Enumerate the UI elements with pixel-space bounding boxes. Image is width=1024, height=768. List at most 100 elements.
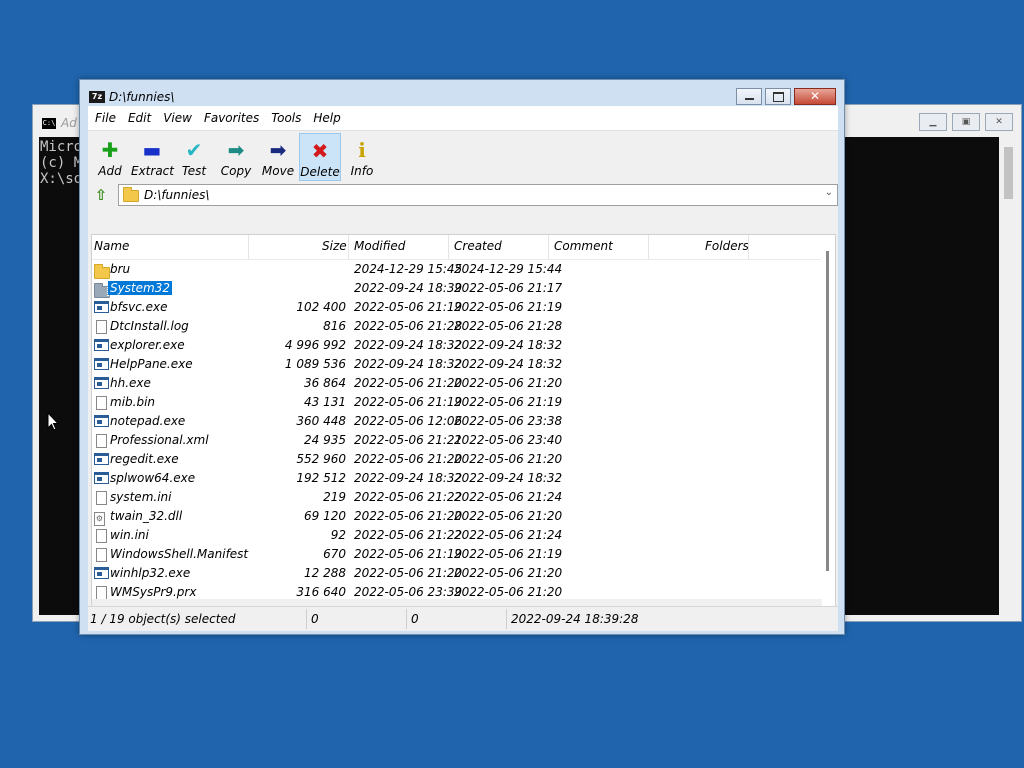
file-row[interactable]: explorer.exe 4 996 992 2022-09-24 18:32 202… — [92, 336, 822, 355]
column-divider[interactable] — [448, 235, 449, 259]
copy-button[interactable]: ➡ Copy — [215, 133, 257, 181]
status-size: 0 — [311, 612, 319, 626]
maximize-button[interactable] — [765, 88, 791, 105]
status-divider — [506, 609, 507, 629]
file-modified: 2022-05-06 21:19 — [354, 300, 463, 314]
file-row[interactable]: splwow64.exe 192 512 2022-09-24 18:32 2022-… — [92, 469, 822, 488]
menu-file[interactable]: File — [89, 111, 122, 125]
file-row[interactable]: ⚙ twain_32.dll 69 120 2022-05-06 21:20 2022-… — [92, 507, 822, 526]
file-manager-window[interactable]: 7z D:\funnies\ ✕ File Edit View Favorite… — [79, 79, 845, 635]
file-row[interactable]: win.ini 92 2022-05-06 21:22 2022-05-06 21:2… — [92, 526, 822, 545]
file-icon — [96, 434, 107, 451]
column-header-created[interactable]: Created — [454, 239, 502, 253]
console-title: Ad — [61, 116, 77, 130]
list-header: Name Size Modified Created Comment Folde… — [92, 235, 835, 260]
address-row: ⇧ D:\funnies\ ⌄ — [88, 183, 838, 209]
file-row[interactable]: Professional.xml 24 935 2022-05-06 21:21 20… — [92, 431, 822, 450]
delete-button[interactable]: ✖ Delete — [299, 133, 341, 181]
column-divider[interactable] — [648, 235, 649, 259]
column-divider[interactable] — [348, 235, 349, 259]
address-bar[interactable]: D:\funnies\ ⌄ — [118, 184, 838, 206]
file-row[interactable]: notepad.exe 360 448 2022-05-06 12:06 2022-0… — [92, 412, 822, 431]
executable-icon — [94, 339, 109, 354]
close-button[interactable]: ✕ — [794, 88, 836, 105]
info-button[interactable]: i Info — [341, 133, 383, 181]
file-icon — [96, 396, 107, 413]
file-created: 2022-05-06 23:38 — [454, 414, 563, 428]
file-row[interactable]: HelpPane.exe 1 089 536 2022-09-24 18:32 202… — [92, 355, 822, 374]
menu-view[interactable]: View — [157, 111, 198, 125]
file-row[interactable]: winhlp32.exe 12 288 2022-05-06 21:20 2022-0… — [92, 564, 822, 583]
console-close-button[interactable]: ✕ — [985, 113, 1013, 131]
test-button[interactable]: ✔ Test — [173, 133, 215, 181]
file-created: 2022-09-24 18:32 — [454, 357, 563, 371]
menu-bar: File Edit View Favorites Tools Help — [88, 106, 838, 131]
file-name: splwow64.exe — [110, 471, 196, 485]
console-minimize-button[interactable]: ▁ — [919, 113, 947, 131]
extract-button[interactable]: ▬ Extract — [131, 133, 174, 181]
file-created: 2022-05-06 21:24 — [454, 490, 563, 504]
file-name: notepad.exe — [110, 414, 186, 428]
column-header-name[interactable]: Name — [94, 239, 129, 253]
file-modified: 2022-09-24 18:32 — [354, 357, 463, 371]
column-divider[interactable] — [748, 235, 749, 259]
info-icon: i — [358, 138, 366, 162]
file-name: WindowsShell.Manifest — [110, 547, 249, 561]
folder-icon — [123, 187, 139, 202]
column-divider[interactable] — [548, 235, 549, 259]
file-created: 2022-05-06 21:20 — [454, 376, 563, 390]
file-row[interactable]: mib.bin 43 131 2022-05-06 21:19 2022-05-06 … — [92, 393, 822, 412]
file-row[interactable]: regedit.exe 552 960 2022-05-06 21:20 2022-0… — [92, 450, 822, 469]
add-button[interactable]: ✚ Add — [89, 133, 131, 181]
file-row[interactable]: DtcInstall.log 816 2022-05-06 21:28 2022-05… — [92, 317, 822, 336]
file-row[interactable]: system.ini 219 2022-05-06 21:22 2022-05-06 … — [92, 488, 822, 507]
move-icon: ➡ — [269, 138, 287, 162]
executable-icon — [94, 567, 109, 582]
file-row[interactable]: hh.exe 36 864 2022-05-06 21:20 2022-05-06 2… — [92, 374, 822, 393]
minimize-icon — [745, 98, 754, 100]
executable-icon — [94, 301, 109, 316]
file-name: twain_32.dll — [110, 509, 183, 523]
vertical-scroll-thumb[interactable] — [826, 251, 829, 571]
console-app-icon: C:\ — [42, 118, 56, 129]
file-name: mib.bin — [110, 395, 156, 409]
file-created: 2022-09-24 18:32 — [454, 338, 563, 352]
file-icon — [96, 491, 107, 508]
file-row[interactable]: WindowsShell.Manifest 670 2022-05-06 21:19… — [92, 545, 822, 564]
file-size: 316 640 — [296, 585, 346, 599]
file-size: 816 — [323, 319, 346, 333]
move-button[interactable]: ➡ Move — [257, 133, 299, 181]
file-row[interactable]: bru 2024-12-29 15:45 2024-12-29 15:44 — [92, 260, 822, 279]
console-scrollbar[interactable] — [1000, 137, 1018, 615]
file-icon — [96, 548, 107, 565]
file-name: Professional.xml — [110, 433, 209, 447]
console-scroll-thumb[interactable] — [1004, 147, 1013, 199]
menu-tools[interactable]: Tools — [265, 111, 307, 125]
file-modified: 2022-05-06 21:20 — [354, 452, 463, 466]
file-manager-titlebar[interactable]: 7z D:\funnies\ ✕ — [80, 80, 844, 106]
folder-up-button[interactable]: ⇧ — [91, 184, 111, 206]
column-header-folders[interactable]: Folders — [705, 239, 749, 253]
copy-icon: ➡ — [227, 138, 245, 162]
menu-edit[interactable]: Edit — [122, 111, 157, 125]
file-modified: 2022-05-06 12:06 — [354, 414, 463, 428]
column-divider[interactable] — [248, 235, 249, 259]
vertical-scrollbar[interactable] — [821, 251, 835, 581]
console-maximize-button[interactable]: ▣ — [952, 113, 980, 131]
folder-up-icon: ⇧ — [94, 186, 108, 204]
file-row[interactable]: bfsvc.exe 102 400 2022-05-06 21:19 2022-05-… — [92, 298, 822, 317]
address-path[interactable]: D:\funnies\ — [144, 188, 209, 202]
file-size: 670 — [323, 547, 346, 561]
file-list[interactable]: Name Size Modified Created Comment Folde… — [91, 234, 836, 620]
minimize-button[interactable] — [736, 88, 762, 105]
menu-favorites[interactable]: Favorites — [198, 111, 265, 125]
file-size: 360 448 — [296, 414, 346, 428]
column-header-size[interactable]: Size — [322, 239, 347, 253]
file-row[interactable]: System32 2022-09-24 18:39 2022-05-06 21:17 — [92, 279, 822, 298]
menu-help[interactable]: Help — [307, 111, 346, 125]
column-header-modified[interactable]: Modified — [354, 239, 405, 253]
7zip-app-icon: 7z — [89, 91, 105, 103]
chevron-down-icon[interactable]: ⌄ — [825, 187, 833, 198]
file-size: 192 512 — [296, 471, 346, 485]
column-header-comment[interactable]: Comment — [554, 239, 613, 253]
